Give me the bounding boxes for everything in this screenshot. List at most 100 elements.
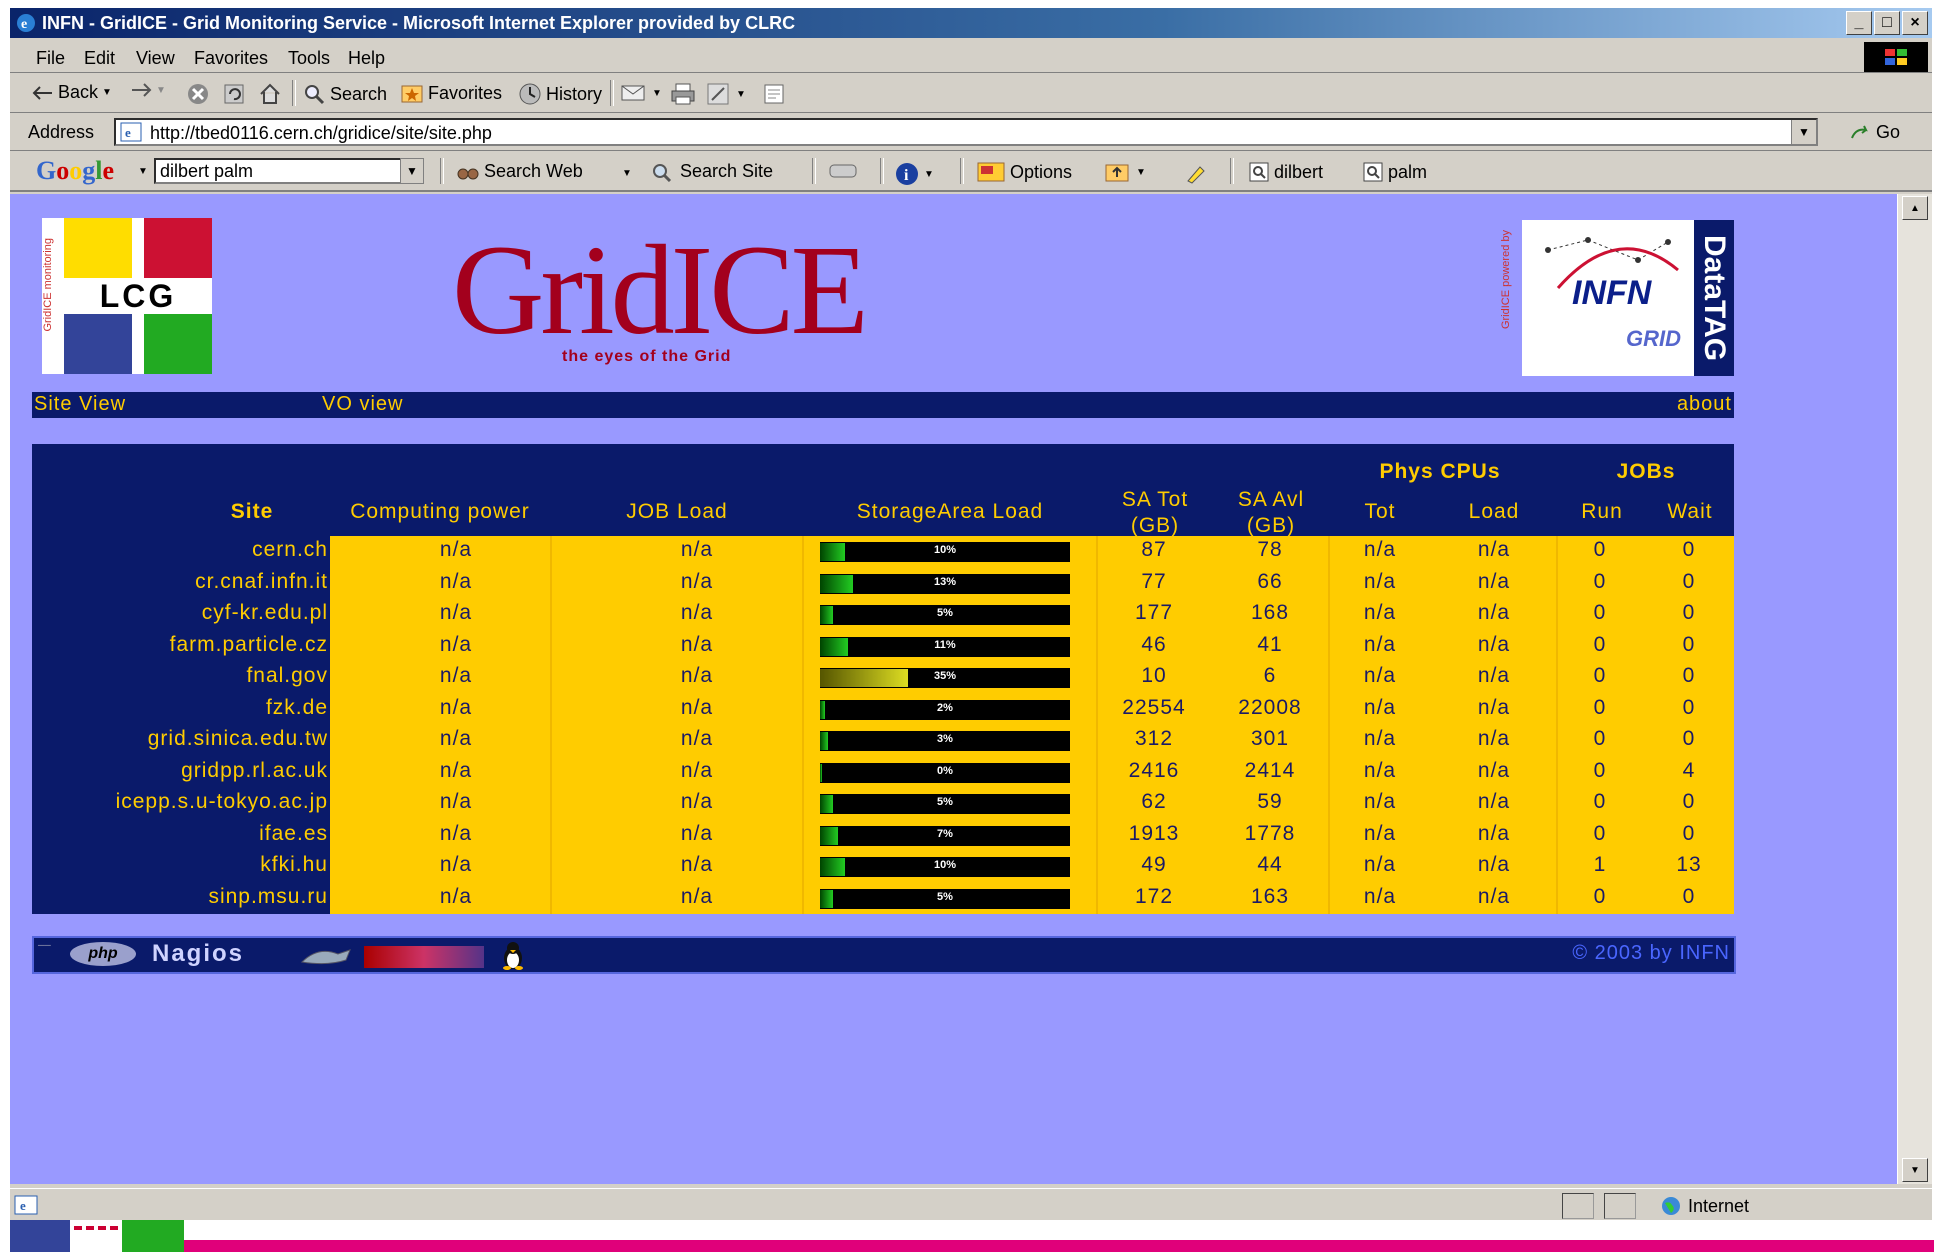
- site-name-link[interactable]: gridpp.rl.ac.uk: [32, 759, 328, 790]
- gridice-logo[interactable]: GridICE: [452, 226, 869, 354]
- site-name-link[interactable]: cern.ch: [32, 538, 328, 569]
- site-name-link[interactable]: farm.particle.cz: [32, 633, 328, 664]
- google-search-dropdown[interactable]: ▼: [400, 158, 424, 184]
- apache-logo[interactable]: [364, 946, 484, 968]
- nav-vo-view[interactable]: VO view: [322, 393, 403, 416]
- scroll-down-button[interactable]: ▼: [1902, 1158, 1928, 1182]
- infn-side-text: GridICE powered by: [1500, 230, 1512, 330]
- vertical-scrollbar[interactable]: ▲ ▼: [1897, 194, 1932, 1184]
- discuss-button[interactable]: [762, 82, 786, 106]
- cpu-tot-cell: n/a: [1363, 759, 1397, 782]
- menu-edit[interactable]: Edit: [84, 48, 115, 69]
- home-button[interactable]: [258, 82, 282, 106]
- title-bar: e INFN - GridICE - Grid Monitoring Servi…: [10, 8, 1932, 38]
- nagios-logo[interactable]: Nagios: [152, 940, 244, 968]
- favorites-label: Favorites: [428, 82, 503, 103]
- favorites-button[interactable]: Favorites: [400, 82, 502, 104]
- cpu-load-cell: n/a: [1477, 664, 1511, 687]
- menu-view[interactable]: View: [136, 48, 175, 69]
- refresh-button[interactable]: [222, 82, 246, 106]
- search-web-button[interactable]: Search Web: [456, 161, 583, 182]
- menu-favorites[interactable]: Favorites: [194, 48, 268, 69]
- menu-tools[interactable]: Tools: [288, 48, 330, 69]
- computing-power-cell: n/a: [439, 696, 473, 719]
- highlight-button[interactable]: [1184, 161, 1210, 185]
- chevron-up-icon: ▲: [1910, 202, 1920, 214]
- close-button[interactable]: ×: [1902, 11, 1928, 35]
- infn-datatag-logo[interactable]: GridICE powered by INFN GRID DataTAG: [1500, 220, 1734, 376]
- cpu-load-cell: n/a: [1477, 759, 1511, 782]
- google-search-input[interactable]: dilbert palm: [154, 158, 424, 184]
- sa-tot-cell: 62: [1141, 790, 1167, 813]
- search-button[interactable]: Search: [302, 82, 387, 106]
- menu-file[interactable]: File: [36, 48, 65, 69]
- site-name-link[interactable]: fzk.de: [32, 696, 328, 727]
- site-name-link[interactable]: icepp.s.u-tokyo.ac.jp: [32, 790, 328, 821]
- address-input[interactable]: e http://tbed0116.cern.ch/gridice/site/s…: [114, 118, 1818, 146]
- storage-load-bar: 13%: [820, 574, 1070, 594]
- chevron-down-icon[interactable]: ▼: [622, 168, 632, 179]
- pagerank-button[interactable]: [828, 161, 858, 181]
- mail-button[interactable]: ▼: [620, 82, 662, 104]
- cpu-tot-cell: n/a: [1363, 570, 1397, 593]
- computing-power-cell: n/a: [439, 727, 473, 750]
- highlight-term-dilbert[interactable]: dilbert: [1248, 161, 1323, 183]
- site-table: Site Computing power JOB Load StorageAre…: [32, 444, 1734, 914]
- info-button[interactable]: i ▼: [894, 161, 934, 187]
- menu-help[interactable]: Help: [348, 48, 385, 69]
- site-name-link[interactable]: ifae.es: [32, 822, 328, 853]
- site-name-link[interactable]: fnal.gov: [32, 664, 328, 695]
- maximize-button[interactable]: □: [1874, 11, 1900, 35]
- site-name-link[interactable]: grid.sinica.edu.tw: [32, 727, 328, 758]
- chevron-down-icon[interactable]: ▼: [138, 166, 148, 177]
- jobs-wait-cell: 4: [1682, 759, 1696, 782]
- computing-power-cell: n/a: [439, 664, 473, 687]
- print-button[interactable]: [670, 82, 696, 106]
- highlighter-icon: [1187, 166, 1205, 184]
- mysql-logo-icon[interactable]: [298, 944, 356, 970]
- forward-button[interactable]: ▼: [130, 82, 166, 98]
- site-name-link[interactable]: cyf-kr.edu.pl: [32, 601, 328, 632]
- storage-load-bar: 10%: [820, 857, 1070, 877]
- sa-tot-cell: 22554: [1122, 696, 1186, 719]
- php-logo[interactable]: php: [70, 942, 136, 966]
- lcg-logo[interactable]: GridICE monitoring LCG: [42, 218, 212, 374]
- address-dropdown-button[interactable]: ▼: [1791, 120, 1816, 144]
- highlight-term-palm[interactable]: palm: [1362, 161, 1427, 183]
- jobs-run-cell: 0: [1593, 822, 1607, 845]
- term-palm-label: palm: [1388, 161, 1428, 182]
- search-site-button[interactable]: Search Site: [650, 161, 773, 182]
- sa-avl-cell: 168: [1250, 601, 1290, 624]
- storage-load-label: 7%: [937, 828, 953, 840]
- back-button[interactable]: Back ▼: [32, 82, 112, 103]
- sa-avl-cell: 6: [1263, 664, 1277, 687]
- storage-load-label: 0%: [937, 765, 953, 777]
- minimize-button[interactable]: _: [1846, 11, 1872, 35]
- chevron-down-icon: ▼: [102, 87, 112, 98]
- storage-load-bar: 11%: [820, 637, 1070, 657]
- go-button[interactable]: Go: [1850, 122, 1900, 143]
- linux-tux-icon[interactable]: [498, 940, 528, 970]
- site-name-link[interactable]: sinp.msu.ru: [32, 885, 328, 916]
- stop-button[interactable]: [186, 82, 210, 106]
- up-folder-button[interactable]: ▼: [1104, 161, 1146, 183]
- jobs-run-cell: 0: [1593, 790, 1607, 813]
- google-logo[interactable]: Google: [36, 156, 114, 186]
- cpu-load-cell: n/a: [1477, 696, 1511, 719]
- address-bar: Address e http://tbed0116.cern.ch/gridic…: [10, 114, 1932, 151]
- jobs-run-cell: 1: [1593, 853, 1607, 876]
- nav-about[interactable]: about: [1677, 393, 1732, 416]
- options-button[interactable]: Options: [976, 161, 1072, 183]
- jobs-run-cell: 0: [1593, 664, 1607, 687]
- grid-text: GRID: [1626, 326, 1681, 351]
- nav-site-view[interactable]: Site View: [34, 393, 126, 416]
- edit-button[interactable]: ▼: [706, 82, 746, 106]
- site-name-link[interactable]: kfki.hu: [32, 853, 328, 884]
- jobs-wait-cell: 0: [1682, 696, 1696, 719]
- jobs-wait-cell: 0: [1682, 790, 1696, 813]
- internet-globe-icon: [1662, 1197, 1680, 1215]
- forward-arrow-icon: [132, 83, 152, 97]
- site-name-link[interactable]: cr.cnaf.infn.it: [32, 570, 328, 601]
- history-button[interactable]: History: [518, 82, 602, 106]
- scroll-up-button[interactable]: ▲: [1902, 196, 1928, 220]
